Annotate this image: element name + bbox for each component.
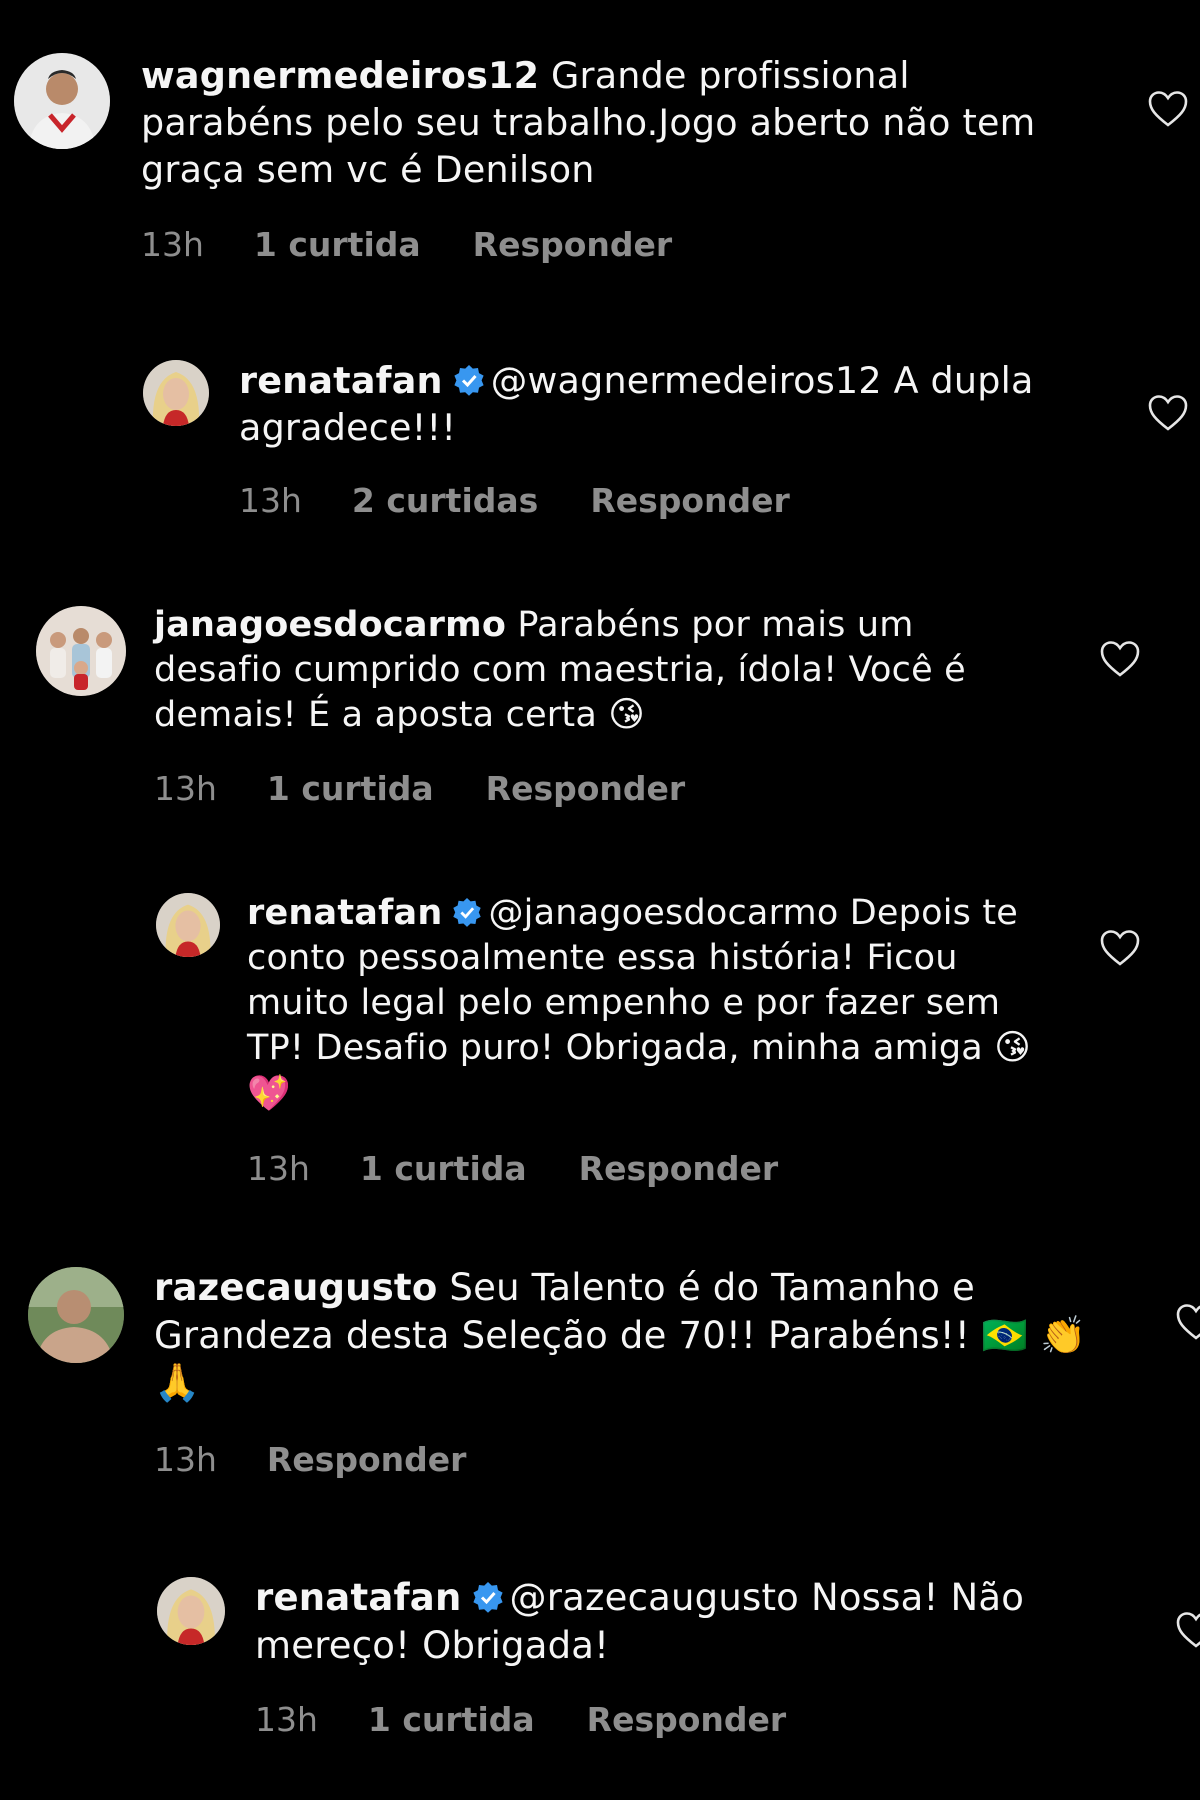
heart-icon[interactable] bbox=[1148, 90, 1188, 128]
comment-meta: 13h 1 curtida Responder bbox=[247, 1149, 778, 1188]
verified-badge-icon bbox=[454, 365, 484, 396]
heart-icon[interactable] bbox=[1100, 929, 1140, 967]
comment-text: renatafan @razecaugusto Nossa! Não mereço… bbox=[255, 1574, 1085, 1669]
verified-badge-icon bbox=[453, 897, 482, 927]
avatar[interactable] bbox=[14, 53, 110, 149]
comment-username[interactable]: janagoesdocarmo bbox=[154, 605, 506, 645]
verified-badge-icon bbox=[472, 1582, 503, 1613]
avatar-image bbox=[143, 360, 209, 426]
reply-button[interactable]: Responder bbox=[473, 225, 673, 264]
avatar[interactable] bbox=[28, 1267, 124, 1363]
avatar[interactable] bbox=[157, 1577, 225, 1645]
comment-meta: 13h 2 curtidas Responder bbox=[239, 481, 790, 520]
comment-likes[interactable]: 1 curtida bbox=[360, 1149, 527, 1188]
comment-likes[interactable]: 1 curtida bbox=[368, 1700, 535, 1739]
comment-time: 13h bbox=[255, 1700, 318, 1739]
comment-likes[interactable]: 2 curtidas bbox=[352, 481, 538, 520]
reply-button[interactable]: Responder bbox=[579, 1149, 779, 1188]
comment-likes[interactable]: 1 curtida bbox=[267, 769, 434, 808]
heart-icon[interactable] bbox=[1100, 640, 1140, 678]
comment-likes[interactable]: 1 curtida bbox=[254, 225, 421, 264]
comment-meta: 13h 1 curtida Responder bbox=[255, 1700, 786, 1739]
comment-username[interactable]: renatafan bbox=[255, 1576, 462, 1619]
comment-text: janagoesdocarmo Parabéns por mais um des… bbox=[154, 603, 1034, 738]
avatar-image bbox=[36, 606, 126, 696]
comment-username[interactable]: renatafan bbox=[239, 359, 443, 402]
comment-time: 13h bbox=[154, 769, 217, 808]
comment-time: 13h bbox=[247, 1149, 310, 1188]
comment-emoji: 😘 bbox=[608, 695, 645, 736]
heart-icon[interactable] bbox=[1148, 394, 1188, 432]
reply-button[interactable]: Responder bbox=[267, 1440, 467, 1479]
avatar-image bbox=[14, 53, 110, 149]
avatar-image bbox=[28, 1267, 124, 1363]
reply-button[interactable]: Responder bbox=[587, 1700, 787, 1739]
heart-icon[interactable] bbox=[1176, 1611, 1200, 1649]
avatar[interactable] bbox=[36, 606, 126, 696]
comment-text: razecaugusto Seu Talento é do Tamanho e … bbox=[154, 1264, 1089, 1407]
reply-button[interactable]: Responder bbox=[590, 481, 790, 520]
comment-text: wagnermedeiros12 Grande profissional par… bbox=[141, 52, 1051, 193]
comment-text: renatafan @janagoesdocarmo Depois te cont… bbox=[247, 891, 1047, 1117]
comment-username[interactable]: wagnermedeiros12 bbox=[141, 54, 539, 97]
avatar-image bbox=[156, 893, 220, 957]
comment-meta: 13h Responder bbox=[154, 1440, 466, 1479]
comment-meta: 13h 1 curtida Responder bbox=[141, 225, 672, 264]
avatar-image bbox=[157, 1577, 225, 1645]
avatar[interactable] bbox=[143, 360, 209, 426]
comment-time: 13h bbox=[239, 481, 302, 520]
heart-icon[interactable] bbox=[1176, 1303, 1200, 1341]
comment-username[interactable]: razecaugusto bbox=[154, 1266, 437, 1309]
comment-text: renatafan @wagnermedeiros12 A dupla agrad… bbox=[239, 357, 1079, 451]
comment-time: 13h bbox=[154, 1440, 217, 1479]
comment-meta: 13h 1 curtida Responder bbox=[154, 769, 685, 808]
avatar[interactable] bbox=[156, 893, 220, 957]
comment-time: 13h bbox=[141, 225, 204, 264]
reply-button[interactable]: Responder bbox=[486, 769, 686, 808]
comment-username[interactable]: renatafan bbox=[247, 893, 442, 933]
